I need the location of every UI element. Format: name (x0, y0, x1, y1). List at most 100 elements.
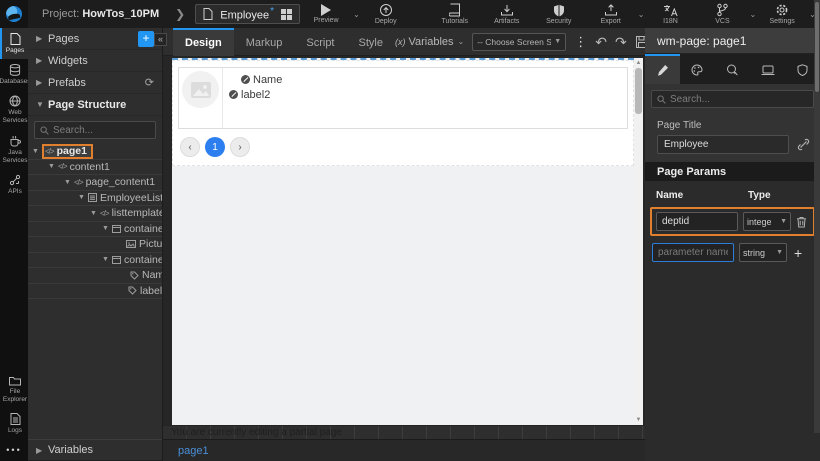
list-item-template[interactable]: Name label2 (178, 67, 628, 129)
rail-item-pages[interactable]: Pages (0, 28, 28, 59)
breadcrumb-page1[interactable]: page1 (178, 445, 209, 457)
panel-scrollbar[interactable] (814, 0, 820, 433)
page-preview[interactable]: Name label2 ‹ 1 › (172, 58, 634, 425)
more-options-icon[interactable]: ⋮ (574, 34, 587, 50)
open-page-tab[interactable]: Employee* (195, 4, 300, 24)
rail-item-java-services[interactable]: Java Services (0, 130, 28, 169)
vcs-dropdown-icon[interactable]: ⌄ (749, 10, 756, 19)
breadcrumb-bar: page1 (163, 439, 645, 461)
add-page-button[interactable]: + (138, 31, 154, 47)
label-tag-icon (130, 271, 139, 280)
export-button[interactable]: Export (594, 4, 628, 25)
pagination-next-button[interactable]: › (230, 137, 250, 157)
add-param-button[interactable]: + (792, 245, 804, 261)
export-dropdown-icon[interactable]: ⌄ (638, 10, 645, 19)
shield-icon (553, 4, 565, 17)
coffee-icon (9, 135, 21, 147)
folder-icon (9, 376, 21, 386)
tab-properties[interactable] (645, 54, 680, 84)
tree-node-content1[interactable]: ▼ </> content1 (28, 160, 162, 176)
section-page-structure[interactable]: ▼ Page Structure (28, 94, 162, 116)
upload-icon (604, 4, 618, 17)
undo-icon[interactable]: ↶ (595, 35, 607, 49)
tree-node-container2[interactable]: ▼ container2 (28, 253, 162, 269)
tab-style[interactable]: Style (347, 28, 395, 56)
scroll-up-icon[interactable]: ▲ (636, 58, 642, 68)
tab-device[interactable] (750, 54, 785, 84)
deploy-button[interactable]: Deploy (369, 3, 403, 25)
structure-search-input[interactable]: Search... (34, 121, 156, 139)
container-icon (112, 225, 121, 233)
section-prefabs[interactable]: ▶ Prefabs ⟳ (28, 72, 162, 94)
rail-item-file-explorer[interactable]: File Explorer (0, 371, 28, 408)
new-param-name-input[interactable] (652, 243, 734, 262)
scrollbar-thumb[interactable] (635, 68, 642, 114)
app-logo[interactable] (0, 0, 28, 28)
section-variables[interactable]: ▶ Variables (28, 439, 162, 461)
security-button[interactable]: Security (542, 4, 576, 25)
rail-item-logs[interactable]: Logs (0, 408, 28, 439)
magnifier-cursor-icon (726, 64, 739, 77)
tab-styles[interactable] (680, 54, 715, 84)
tab-design[interactable]: Design (173, 28, 234, 56)
vcs-button[interactable]: VCS (705, 3, 739, 25)
preview-dropdown-icon[interactable]: ⌄ (353, 10, 360, 19)
new-param-type-select[interactable]: string ▼ (739, 243, 787, 262)
tree-node-label2[interactable]: label2 (28, 284, 162, 300)
redo-icon[interactable]: ↷ (615, 35, 627, 49)
picture-cell[interactable] (179, 68, 223, 128)
name-label-widget[interactable]: Name (229, 72, 621, 87)
variables-button[interactable]: (x) Variables ⌄ (395, 36, 464, 48)
settings-button[interactable]: Settings (765, 3, 799, 25)
palette-icon (691, 64, 704, 76)
rail-item-databases[interactable]: Databases (0, 59, 28, 90)
artifacts-button[interactable]: Artifacts (490, 4, 524, 25)
tree-node-employeelist1[interactable]: ▼ EmployeeList1 (28, 191, 162, 207)
rail-item-apis[interactable]: APIs (0, 169, 28, 200)
tree-node-container1[interactable]: ▼ container1 (28, 222, 162, 238)
tab-markup[interactable]: Markup (234, 28, 295, 56)
book-icon (449, 3, 461, 17)
scrollbar-thumb[interactable] (815, 2, 819, 92)
tree-node-page-content1[interactable]: ▼ </> page_content1 (28, 175, 162, 191)
scroll-down-icon[interactable]: ▼ (636, 415, 642, 425)
caret-right-icon: ▶ (36, 446, 48, 455)
rail-more-button[interactable]: ••• (0, 439, 28, 461)
tree-node-picture[interactable]: Picture (28, 237, 162, 253)
tree-node-page1[interactable]: ▼ </> page1 (28, 144, 162, 160)
collapse-sidebar-button[interactable]: « (154, 33, 167, 46)
param-type-select[interactable]: intege ▼ (743, 212, 791, 231)
screen-size-select[interactable]: -- Choose Screen Size -- ▼ (472, 33, 566, 51)
canvas-scrollbar[interactable]: ▲ ▼ (634, 58, 643, 425)
list-pagination: ‹ 1 › (178, 129, 628, 161)
properties-panel: wm-page: page1 Search... Page (645, 28, 820, 461)
refresh-icon[interactable]: ⟳ (145, 76, 154, 89)
rail-item-web-services[interactable]: Web Services (0, 90, 28, 129)
select-arrow-icon: ▼ (554, 38, 561, 45)
properties-search-input[interactable]: Search... (651, 90, 814, 108)
delete-param-icon[interactable] (796, 216, 807, 228)
i18n-button[interactable]: I18N (653, 4, 687, 25)
page-params-header: Page Params (645, 162, 820, 181)
tree-node-listtemplate1[interactable]: ▼ </> listtemplate1 (28, 206, 162, 222)
caret-down-icon: ▼ (32, 148, 42, 155)
bind-link-icon[interactable] (797, 138, 810, 151)
tutorials-button[interactable]: Tutorials (438, 3, 472, 25)
section-widgets[interactable]: ▶ Widgets (28, 50, 162, 72)
bind-indicator-icon (241, 75, 250, 84)
tab-script[interactable]: Script (294, 28, 346, 56)
page-params-table: Name Type intege ▼ string ▼ + (645, 181, 820, 461)
page-title-input[interactable] (657, 135, 789, 154)
chevron-right-icon[interactable]: ❯ (175, 7, 185, 21)
section-pages[interactable]: ▶ Pages + (28, 28, 162, 50)
pagination-prev-button[interactable]: ‹ (180, 137, 200, 157)
tab-inspect[interactable] (715, 54, 750, 84)
list-widget[interactable]: Name label2 ‹ 1 › (172, 60, 634, 166)
page-switcher-icon[interactable] (281, 9, 292, 20)
tree-node-name[interactable]: Name (28, 268, 162, 284)
preview-button[interactable]: Preview (309, 4, 343, 24)
pagination-page-1[interactable]: 1 (205, 137, 225, 157)
label2-widget[interactable]: label2 (229, 87, 621, 102)
caret-down-icon: ▼ (102, 256, 112, 263)
param-name-input[interactable] (656, 212, 738, 231)
